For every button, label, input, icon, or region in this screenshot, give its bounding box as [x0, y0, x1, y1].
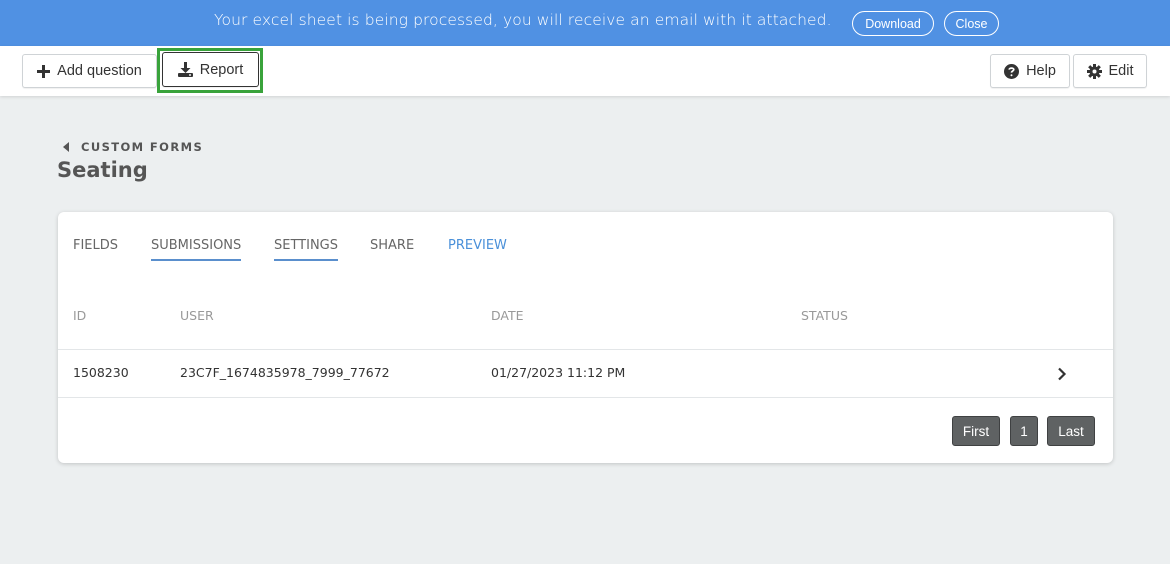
- add-question-button[interactable]: Add question: [22, 54, 157, 88]
- report-button[interactable]: Report: [162, 52, 259, 87]
- banner-message: Your excel sheet is being processed, you…: [214, 11, 832, 29]
- column-header-user: USER: [180, 308, 214, 323]
- gear-icon: [1086, 63, 1102, 79]
- report-label: Report: [199, 61, 244, 78]
- edit-button[interactable]: Edit: [1073, 54, 1147, 88]
- tab-submissions[interactable]: SUBMISSIONS: [151, 238, 242, 261]
- tab-settings[interactable]: SETTINGS: [274, 238, 339, 261]
- breadcrumb[interactable]: CUSTOM FORMS: [63, 137, 203, 156]
- row-id: 1508230: [73, 365, 129, 380]
- plus-icon: [37, 64, 51, 78]
- pagination-last-button[interactable]: Last: [1047, 416, 1095, 446]
- pagination-page-button[interactable]: 1: [1010, 416, 1038, 446]
- row-user: 23C7F_1674835978_7999_77672: [180, 365, 390, 380]
- chevron-right-icon[interactable]: [1057, 366, 1067, 385]
- page-title: Seating: [57, 158, 148, 182]
- tab-preview[interactable]: PREVIEW: [448, 238, 507, 259]
- tab-share[interactable]: SHARE: [370, 238, 414, 259]
- breadcrumb-label[interactable]: CUSTOM FORMS: [81, 140, 203, 154]
- add-question-label: Add question: [57, 63, 142, 79]
- download-icon: [177, 62, 193, 77]
- row-date: 01/27/2023 11:12 PM: [491, 365, 626, 380]
- tab-fields[interactable]: FIELDS: [73, 238, 118, 259]
- download-button[interactable]: Download: [852, 11, 934, 36]
- notification-banner: Your excel sheet is being processed, you…: [0, 0, 1170, 46]
- question-circle-icon: [1004, 63, 1020, 79]
- column-header-status: STATUS: [801, 308, 848, 323]
- toolbar: Add question Report Help Edit: [0, 46, 1170, 96]
- table-row[interactable]: 1508230 23C7F_1674835978_7999_77672 01/2…: [58, 349, 1113, 398]
- pagination-first-button[interactable]: First: [952, 416, 1000, 446]
- help-label: Help: [1026, 63, 1056, 79]
- column-header-date: DATE: [491, 308, 524, 323]
- submissions-card: FIELDS SUBMISSIONS SETTINGS SHARE PREVIE…: [58, 212, 1113, 463]
- column-header-id: ID: [73, 308, 87, 323]
- caret-left-icon: [63, 137, 69, 156]
- edit-label: Edit: [1108, 63, 1134, 79]
- help-button[interactable]: Help: [990, 54, 1070, 88]
- close-banner-button[interactable]: Close: [944, 11, 999, 36]
